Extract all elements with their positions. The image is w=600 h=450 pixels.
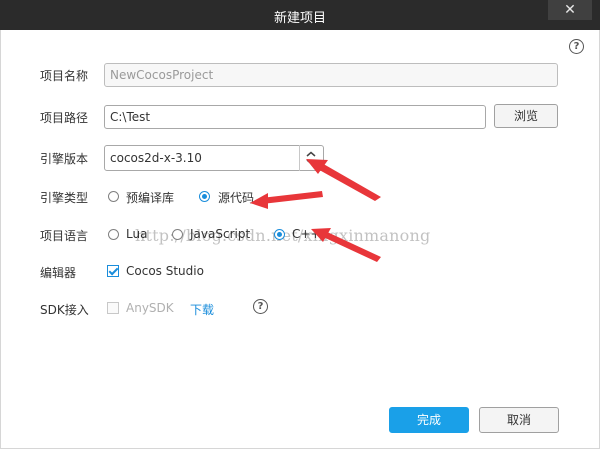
updown-chevron-icon: [306, 151, 316, 165]
browse-button[interactable]: 浏览: [494, 104, 558, 128]
project-name-label: 项目名称: [40, 69, 89, 83]
checkbox-cocos-studio-label[interactable]: Cocos Studio: [126, 264, 204, 278]
engine-version-label: 引擎版本: [40, 152, 89, 166]
radio-precompiled-label[interactable]: 预编译库: [126, 189, 174, 206]
help-icon[interactable]: ?: [569, 39, 584, 54]
editor-label: 编辑器: [40, 266, 77, 280]
checkbox-cocos-studio[interactable]: [107, 265, 119, 277]
radio-javascript[interactable]: [172, 229, 183, 240]
radio-javascript-label[interactable]: JavaScript: [190, 227, 250, 241]
cancel-button[interactable]: 取消: [479, 407, 559, 433]
engine-version-select[interactable]: cocos2d-x-3.10: [104, 145, 324, 171]
sdk-help-icon[interactable]: ?: [253, 299, 268, 314]
download-link[interactable]: 下载: [190, 301, 214, 318]
radio-cpp[interactable]: [274, 229, 285, 240]
checkbox-anysdk[interactable]: [107, 302, 119, 314]
select-divider: [299, 145, 300, 171]
project-name-input[interactable]: NewCocosProject: [104, 63, 558, 87]
radio-lua[interactable]: [108, 229, 119, 240]
radio-source-label[interactable]: 源代码: [218, 189, 254, 206]
radio-precompiled[interactable]: [108, 191, 119, 202]
sdk-label: SDK接入: [40, 303, 89, 317]
finish-button[interactable]: 完成: [389, 407, 469, 433]
checkbox-anysdk-label: AnySDK: [126, 301, 174, 315]
language-label: 项目语言: [40, 229, 89, 243]
engine-version-value: cocos2d-x-3.10: [110, 151, 202, 165]
close-icon[interactable]: ✕: [548, 0, 592, 20]
project-path-label: 项目路径: [40, 111, 89, 125]
radio-source[interactable]: [199, 191, 210, 202]
radio-lua-label[interactable]: Lua: [126, 227, 147, 241]
radio-cpp-label[interactable]: C++: [292, 227, 321, 241]
project-path-input[interactable]: C:\Test: [104, 105, 486, 129]
dialog-title: 新建项目: [273, 11, 326, 26]
engine-type-label: 引擎类型: [40, 191, 89, 205]
title-bar: 新建项目 ✕: [0, 0, 600, 30]
